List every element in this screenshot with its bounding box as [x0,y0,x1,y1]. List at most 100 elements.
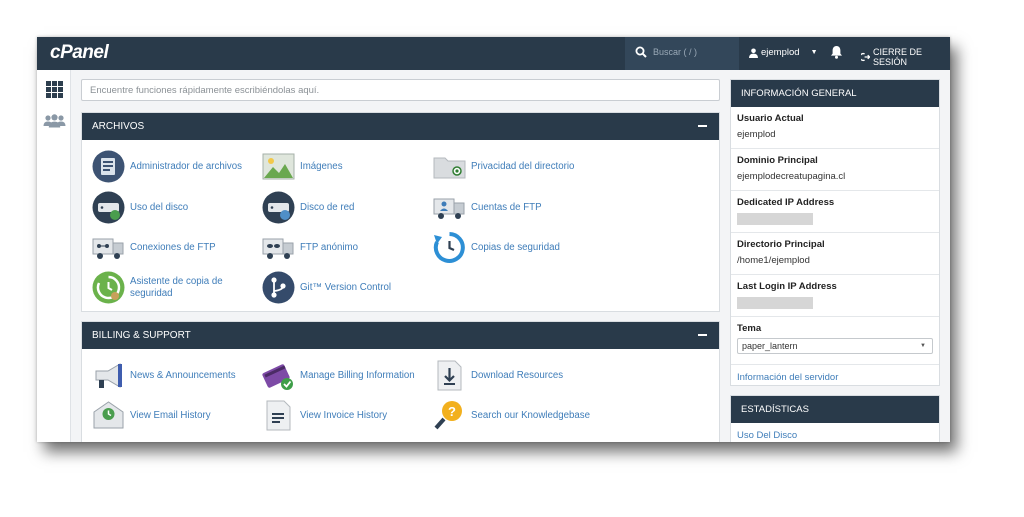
user-menu[interactable]: ejemplod ▼ [749,47,818,58]
info-row-home-directory: Directorio Principal /home1/ejemplod [731,233,939,275]
file-manager-icon [92,150,125,183]
search-placeholder: Buscar ( / ) [653,47,698,57]
directory-privacy-label: Privacidad del directorio [471,160,575,172]
apps-grid-icon[interactable] [46,81,63,98]
search-knowledgebase-link[interactable]: ? Search our Knowledgebase [433,399,603,432]
general-info-panel: INFORMACIÓN GENERAL Usuario Actual ejemp… [730,79,940,386]
billing-panel-header[interactable]: BILLING & SUPPORT [82,322,719,349]
view-invoice-history-label: View Invoice History [300,409,388,421]
git-version-control-link[interactable]: Git™ Version Control [262,271,432,304]
global-search[interactable]: Buscar ( / ) [625,37,739,70]
theme-label: Tema [737,323,762,334]
archivos-title: ARCHIVOS [92,121,145,132]
anonymous-ftp-link[interactable]: FTP anónimo [262,231,432,264]
backup-icon [433,232,465,263]
backup-wizard-label: Asistente de copia de seguridad [130,275,223,299]
search-knowledgebase-label: Search our Knowledgebase [471,409,591,421]
download-resources-link[interactable]: Download Resources [433,359,603,392]
stats-panel: ESTADÍSTICAS Uso Del Disco [730,395,940,442]
images-link[interactable]: Imágenes [262,150,432,183]
git-icon [262,271,295,304]
images-icon [262,153,295,180]
disk-usage-label: Uso del disco [130,201,189,213]
info-label: Usuario Actual [737,113,804,124]
backup-label: Copias de seguridad [471,241,560,253]
ftp-accounts-label: Cuentas de FTP [471,201,542,213]
news-announcements-link[interactable]: News & Announcements [92,359,262,392]
view-invoice-history-link[interactable]: View Invoice History [262,399,432,432]
info-label: Directorio Principal [737,239,825,250]
directory-privacy-link[interactable]: Privacidad del directorio [433,150,603,183]
info-row-primary-domain: Dominio Principal ejemplodecreatupagina.… [731,149,939,191]
backup-wizard-link[interactable]: Asistente de copia de seguridad [92,271,262,304]
stats-title: ESTADÍSTICAS [731,396,939,423]
archivos-panel-header[interactable]: ARCHIVOS [82,113,719,140]
file-manager-link[interactable]: Administrador de archivos [92,150,262,183]
quick-search-placeholder: Encuentre funciones rápidamente escribié… [90,85,320,96]
cpanel-window: cPanel Buscar ( / ) ejemplod ▼ CIERRE DE… [37,37,950,442]
chevron-down-icon: ▼ [920,343,926,349]
view-email-history-link[interactable]: View Email History [92,399,262,432]
billing-title: BILLING & SUPPORT [92,330,191,341]
megaphone-icon [95,363,122,388]
web-disk-label: Disco de red [300,201,355,213]
username: ejemplod [761,47,800,58]
ftp-accounts-link[interactable]: Cuentas de FTP [433,191,603,224]
disk-usage-stat-link[interactable]: Uso Del Disco [731,423,939,442]
collapse-icon[interactable] [698,125,707,127]
view-email-history-label: View Email History [130,409,211,421]
notifications-bell-icon[interactable] [830,45,843,59]
web-disk-icon [262,191,295,224]
theme-selected-value: paper_lantern [742,341,798,351]
git-version-control-label: Git™ Version Control [300,281,391,293]
file-manager-label: Administrador de archivos [130,160,242,172]
download-icon [437,360,462,391]
search-icon [635,46,647,58]
archivos-panel: ARCHIVOS Administrador de archivos Imáge… [81,112,720,312]
collapse-icon[interactable] [698,334,707,336]
disk-usage-link[interactable]: Uso del disco [92,191,262,224]
info-value: ejemplod [737,129,776,140]
top-bar: cPanel Buscar ( / ) ejemplod ▼ CIERRE DE… [37,37,950,70]
anonymous-ftp-icon [262,238,294,259]
logout-label: CIERRE DE SESIÓN [873,47,923,67]
backup-link[interactable]: Copias de seguridad [433,231,603,264]
user-manager-icon[interactable] [43,114,66,128]
billing-card-icon [262,364,293,390]
invoice-icon [266,400,291,431]
info-value: ejemplodecreatupagina.cl [737,171,846,182]
info-row-theme: Tema paper_lantern ▼ [731,317,939,365]
info-label: Dominio Principal [737,155,818,166]
redacted-value [737,213,813,225]
logout-icon [861,52,870,62]
info-row-current-user: Usuario Actual ejemplod [731,107,939,149]
download-resources-label: Download Resources [471,369,564,381]
info-label: Dedicated IP Address [737,197,835,208]
directory-privacy-icon [433,157,466,179]
email-history-icon [93,401,124,429]
server-info-link[interactable]: Información del servidor [731,365,939,390]
info-value: /home1/ejemplod [737,255,810,266]
quick-search-input[interactable]: Encuentre funciones rápidamente escribié… [81,79,720,101]
redacted-value [737,297,813,309]
images-label: Imágenes [300,160,343,172]
info-row-last-login-ip: Last Login IP Address [731,275,939,317]
general-info-title: INFORMACIÓN GENERAL [731,80,939,107]
cpanel-logo[interactable]: cPanel [50,42,109,64]
info-row-dedicated-ip: Dedicated IP Address [731,191,939,233]
logout-button[interactable]: CIERRE DE SESIÓN [861,47,950,67]
user-icon [749,48,758,58]
news-announcements-label: News & Announcements [130,369,236,381]
ftp-connections-label: Conexiones de FTP [130,241,216,253]
ftp-connections-link[interactable]: Conexiones de FTP [92,231,262,264]
manage-billing-link[interactable]: Manage Billing Information [262,359,432,392]
theme-select[interactable]: paper_lantern ▼ [737,338,933,354]
web-disk-link[interactable]: Disco de red [262,191,432,224]
manage-billing-label: Manage Billing Information [300,369,415,381]
info-label: Last Login IP Address [737,281,837,292]
ftp-connections-icon [92,238,124,259]
anonymous-ftp-label: FTP anónimo [300,241,358,253]
ftp-accounts-icon [433,198,465,219]
backup-wizard-icon [92,271,125,304]
knowledgebase-icon: ? [434,401,462,430]
